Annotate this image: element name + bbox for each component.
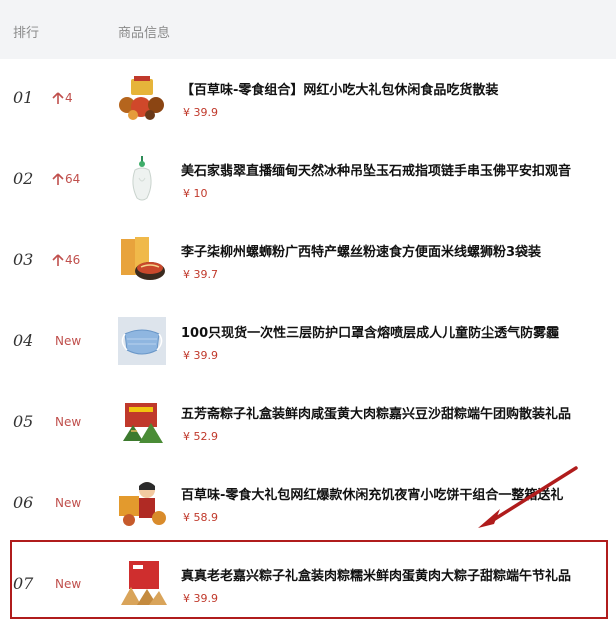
arrow-up-icon [52, 253, 64, 266]
rank-change-value: New [55, 334, 82, 348]
rank-change-up: 4 [52, 91, 73, 105]
ranking-row-4[interactable]: 04 New 100只现货一次性三层防护口罩含熔喷层成人儿童防尘透气防雾霾 ¥ … [0, 302, 616, 384]
product-title[interactable]: 李子柒柳州螺蛳粉广西特产螺丝粉速食方便面米线螺狮粉3袋装 [181, 241, 541, 260]
product-price: ¥ 39.9 [183, 592, 218, 605]
rank-number: 05 [13, 412, 34, 431]
pointer-arrow-icon [478, 466, 578, 528]
rank-change-up: 64 [52, 172, 80, 186]
rank-change-value: 4 [65, 91, 73, 105]
rank-change-new: New [55, 415, 81, 429]
ranking-row-1[interactable]: 01 4 【百草味-零食组合】网红小吃大礼包休闲食品吃货散装 ¥ 39.9 [0, 59, 616, 141]
arrow-up-icon [52, 172, 64, 185]
face-mask-icon[interactable] [117, 315, 167, 367]
rank-change-value: New [55, 496, 82, 510]
noodle-bowl-icon[interactable] [117, 234, 167, 286]
zongzi-bag-icon[interactable] [117, 558, 167, 610]
ranking-row-5[interactable]: 05 New 五芳斋粽子礼盒装鲜肉咸蛋黄大肉粽嘉兴豆沙甜粽端午团购散装礼品 ¥ … [0, 383, 616, 465]
ranking-row-3[interactable]: 03 46 李子柒柳州螺蛳粉广西特产螺丝粉速食方便面米线螺狮粉3袋装 ¥ 39.… [0, 221, 616, 303]
product-price: ¥ 39.9 [183, 349, 218, 362]
rank-number: 02 [13, 169, 34, 188]
rank-change-value: 64 [65, 172, 81, 186]
rank-number: 04 [13, 331, 34, 350]
rank-column-header: 排行 [13, 26, 40, 41]
product-price: ¥ 58.9 [183, 511, 218, 524]
rank-change-value: New [55, 415, 82, 429]
table-header: 排行 商品信息 [0, 0, 616, 63]
rank-number: 07 [13, 574, 34, 593]
zongzi-gift-box-icon[interactable] [117, 396, 167, 448]
snack-spokesperson-icon[interactable] [117, 477, 167, 529]
rank-change-new: New [55, 334, 81, 348]
rank-change-new: New [55, 577, 81, 591]
product-title[interactable]: 真真老老嘉兴粽子礼盒装肉粽糯米鲜肉蛋黄肉大粽子甜粽端午节礼品 [181, 565, 571, 584]
rank-number: 01 [13, 88, 34, 107]
rank-number: 06 [13, 493, 34, 512]
rank-change-up: 46 [52, 253, 80, 267]
rank-change-value: New [55, 577, 82, 591]
product-price: ¥ 39.9 [183, 106, 218, 119]
product-price: ¥ 52.9 [183, 430, 218, 443]
product-price: ¥ 10 [183, 187, 208, 200]
jade-pendant-icon[interactable] [117, 153, 167, 205]
snack-gift-box-icon[interactable] [117, 72, 167, 124]
product-price: ¥ 39.7 [183, 268, 218, 281]
rank-number: 03 [13, 250, 34, 269]
product-info-column-header: 商品信息 [118, 26, 171, 41]
product-title[interactable]: 100只现货一次性三层防护口罩含熔喷层成人儿童防尘透气防雾霾 [181, 322, 559, 341]
ranking-row-7[interactable]: 07 New 真真老老嘉兴粽子礼盒装肉粽糯米鲜肉蛋黄肉大粽子甜粽端午节礼品 ¥ … [0, 545, 616, 626]
product-title[interactable]: 五芳斋粽子礼盒装鲜肉咸蛋黄大肉粽嘉兴豆沙甜粽端午团购散装礼品 [181, 403, 571, 422]
rank-change-new: New [55, 496, 81, 510]
ranking-row-2[interactable]: 02 64 美石家翡翠直播缅甸天然冰种吊坠玉石戒指项链手串玉佛平安扣观音 ¥ 1… [0, 140, 616, 222]
product-title[interactable]: 美石家翡翠直播缅甸天然冰种吊坠玉石戒指项链手串玉佛平安扣观音 [181, 160, 571, 179]
product-title[interactable]: 【百草味-零食组合】网红小吃大礼包休闲食品吃货散装 [181, 79, 498, 98]
rank-change-value: 46 [65, 253, 81, 267]
arrow-up-icon [52, 91, 64, 104]
